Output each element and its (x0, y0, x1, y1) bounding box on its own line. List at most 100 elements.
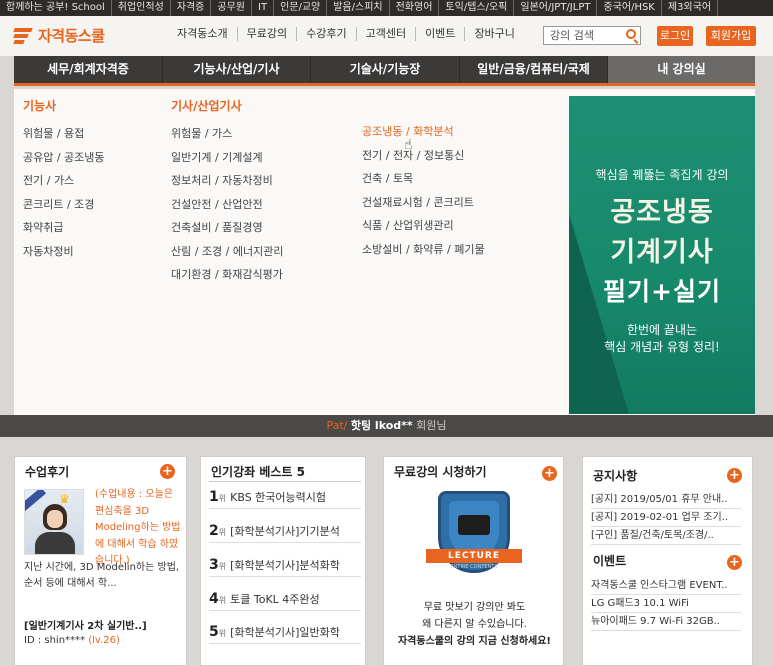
review-meta: ID : shin**** (lv.26) (24, 635, 120, 646)
notice-item[interactable]: [공지] 2019-02-01 업무 조기.. (591, 509, 741, 527)
review-course[interactable]: [일반기계기사 2차 실기반..] (24, 617, 147, 632)
menu-item[interactable]: 위험물 / 용접 (23, 122, 105, 146)
event-item[interactable]: 자격동스쿨 인스타그램 EVENT.. (591, 577, 741, 595)
tab-craftsman-engineer[interactable]: 기능사/산업/기사 (163, 56, 311, 83)
login-button[interactable]: 로그인 (657, 26, 693, 46)
menu-item[interactable]: 건설재료시험 / 콘크리트 (362, 191, 485, 215)
mega-col-heading: 기사/산업기사 (171, 99, 242, 113)
notice-more-plus-icon[interactable]: + (727, 468, 742, 483)
menu-item[interactable]: 화약취급 (23, 216, 105, 240)
nav-about[interactable]: 자격동소개 (168, 27, 238, 41)
top-link-10[interactable]: 중국어/HSK (597, 0, 662, 16)
popular-item[interactable]: 4위 토클 ToKL 4주완성 (209, 587, 361, 611)
menu-item[interactable]: 건설안전 / 산업안전 (171, 193, 283, 217)
search-placeholder: 강의 검색 (550, 29, 594, 42)
banner-line1: 공조냉동 (610, 197, 714, 228)
menu-item[interactable]: 공유압 / 공조냉동 (23, 146, 105, 170)
banner-note1: 한번에 끝내는 (626, 323, 698, 337)
popular-item[interactable]: 2위 [화학분석기사]기기분석 (209, 519, 361, 543)
banner-line2: 기계기사 (610, 237, 714, 268)
join-button[interactable]: 회원가입 (706, 26, 756, 46)
review-body-text: 지난 시간에, 3D Modelin하는 방법, 순서 등에 대해서 학... (24, 562, 180, 589)
top-link-1[interactable]: 취업인적성 (112, 0, 171, 16)
logo-mark-icon (13, 26, 34, 44)
top-link-0[interactable]: 합께하는 공부! School (0, 0, 112, 16)
lecture-ribbon: LECTURE (426, 549, 522, 563)
popular-item[interactable]: 3위 [화학분석기사]분석화학 (209, 553, 361, 577)
event-title: 이벤트 (593, 554, 627, 568)
site-header: 자격동스쿨 자격동소개 무료강의 수강후기 고객센터 이벤트 장바구니 강의 검… (0, 16, 773, 56)
review-box: 수업후기 + ♛ (수업내용 : 오늘은 편심축을 3D Modeling하는 … (14, 456, 187, 666)
menu-item[interactable]: 소방설비 / 화약류 / 폐기물 (362, 238, 485, 262)
banner-subtitle: 핵심을 꿰뚫는 족집게 강의 (595, 168, 729, 182)
site-logo[interactable]: 자격동스쿨 (13, 24, 105, 46)
menu-item[interactable]: 일반기계 / 기계설계 (171, 146, 283, 170)
header-nav: 자격동소개 무료강의 수강후기 고객센터 이벤트 장바구니 (168, 27, 524, 41)
menu-item[interactable]: 전기 / 가스 (23, 169, 105, 193)
top-link-2[interactable]: 자격증 (171, 0, 212, 16)
tab-my-classroom[interactable]: 내 강의실 (608, 56, 755, 83)
mega-col-heading: 기능사 (23, 99, 57, 113)
promo-banner[interactable]: 핵심을 꿰뚫는 족집게 강의 공조냉동 기계기사 필기+실기 한번에 끝내는 핵… (569, 96, 755, 414)
top-link-7[interactable]: 전화영어 (390, 0, 440, 16)
welcome-username: 핫팅 lkod** (350, 419, 413, 432)
top-category-bar: 합께하는 공부! School 취업인적성 자격증 공무원 IT 인문/교양 발음/스피치 전… (0, 0, 773, 16)
nav-customer-center[interactable]: 고객센터 (357, 27, 417, 41)
notice-item[interactable]: [구인] 품질/건축/토목/조경/.. (591, 527, 741, 545)
tab-professional-engineer[interactable]: 기술사/기능장 (311, 56, 460, 83)
free-lecture-box: 무료강의 시청하기 + LECTURE ENTIRE CONTENTS 무료 맛… (383, 456, 564, 666)
menu-item[interactable]: 콘크리트 / 조경 (23, 193, 105, 217)
top-link-3[interactable]: 공무원 (211, 0, 252, 16)
menu-item[interactable]: 자동차정비 (23, 240, 105, 264)
free-lecture-title: 무료강의 시청하기 (394, 465, 487, 479)
nav-events[interactable]: 이벤트 (416, 27, 466, 41)
top-link-6[interactable]: 발음/스피치 (327, 0, 390, 16)
review-more-plus-icon[interactable]: + (160, 464, 175, 479)
nav-free-lectures[interactable]: 무료강의 (238, 27, 298, 41)
notice-item[interactable]: [공지] 2019/05/01 휴무 안내.. (591, 491, 741, 509)
popular-item[interactable]: 5위 [화학분석기사]일반화학 (209, 620, 361, 644)
banner-note2: 핵심 개념과 유형 정리! (604, 340, 720, 354)
free-lecture-more-plus-icon[interactable]: + (542, 466, 557, 481)
nav-cart[interactable]: 장바구니 (465, 27, 523, 41)
hand-cursor-icon: ☝ (404, 137, 413, 153)
top-link-5[interactable]: 인문/교양 (274, 0, 328, 16)
event-item[interactable]: LG G패드3 10.1 WiFi (591, 595, 741, 613)
menu-item[interactable]: 위험물 / 가스 (171, 122, 283, 146)
free-lecture-text: 무료 맛보기 강의만 봐도 왜 다른지 알 수있습니다. 자격동스쿨의 강의 지… (397, 602, 551, 647)
welcome-bar: Pat/ 핫팅 lkod** 회원님 (0, 415, 773, 437)
stars-ribbon-icon (25, 490, 47, 513)
mega-menu: 기능사 위험물 / 용접 공유압 / 공조냉동 전기 / 가스 콘크리트 / 조… (14, 89, 755, 415)
menu-item[interactable]: 전기 / 전자 / 정보통신 (362, 144, 485, 168)
tab-tax-accounting[interactable]: 세무/회계자격증 (14, 56, 163, 83)
top-link-4[interactable]: IT (252, 0, 275, 16)
menu-item[interactable]: 식품 / 산업위생관리 (362, 214, 485, 238)
popular-item[interactable]: 1위 KBS 한국어능력시험 (209, 485, 361, 509)
review-id: ID : shin**** (24, 635, 86, 646)
banner-line3: 필기+실기 (603, 277, 721, 306)
search-input[interactable]: 강의 검색 (543, 26, 641, 45)
menu-item[interactable]: 건축설비 / 품질경영 (171, 216, 283, 240)
notice-box: 공지사항 + [공지] 2019/05/01 휴무 안내.. [공지] 2019… (582, 456, 753, 666)
welcome-suffix: 회원님 (416, 419, 447, 432)
menu-item[interactable]: 건축 / 토목 (362, 167, 485, 191)
tab-general-finance[interactable]: 일반/금융/컴퓨터/국제 (460, 56, 608, 83)
menu-item-active[interactable]: 공조냉동 / 화학분석 (362, 120, 485, 144)
search-icon[interactable] (626, 29, 636, 39)
nav-reviews[interactable]: 수강후기 (297, 27, 357, 41)
lecture-badge-icon[interactable]: LECTURE ENTIRE CONTENTS (424, 491, 524, 587)
event-more-plus-icon[interactable]: + (727, 555, 742, 570)
popular-box: 인기강좌 베스트 5 1위 KBS 한국어능력시험 2위 [화학분석기사]기기분석 … (200, 456, 366, 666)
menu-item[interactable]: 대기환경 / 화재감식평가 (171, 263, 283, 287)
mega-col-engineer: 기사/산업기사 위험물 / 가스 일반기계 / 기계설계 정보처리 / 자동차정… (171, 97, 283, 287)
menu-item[interactable]: 정보처리 / 자동차정비 (171, 169, 283, 193)
top-link-11[interactable]: 제3외국어 (662, 0, 719, 16)
notice-title: 공지사항 (593, 469, 638, 483)
event-item[interactable]: 뉴아이패드 9.7 Wi-Fi 32GB.. (591, 613, 741, 631)
top-link-9[interactable]: 일본어/JPT/JLPT (514, 0, 598, 16)
menu-item[interactable]: 산림 / 조경 / 에너지관리 (171, 240, 283, 264)
welcome-pat: Pat (326, 419, 344, 432)
top-link-8[interactable]: 토익/텝스/오픽 (439, 0, 515, 16)
avatar: ♛ (24, 489, 84, 555)
lecture-ribbon-sub: ENTIRE CONTENTS (450, 564, 498, 570)
